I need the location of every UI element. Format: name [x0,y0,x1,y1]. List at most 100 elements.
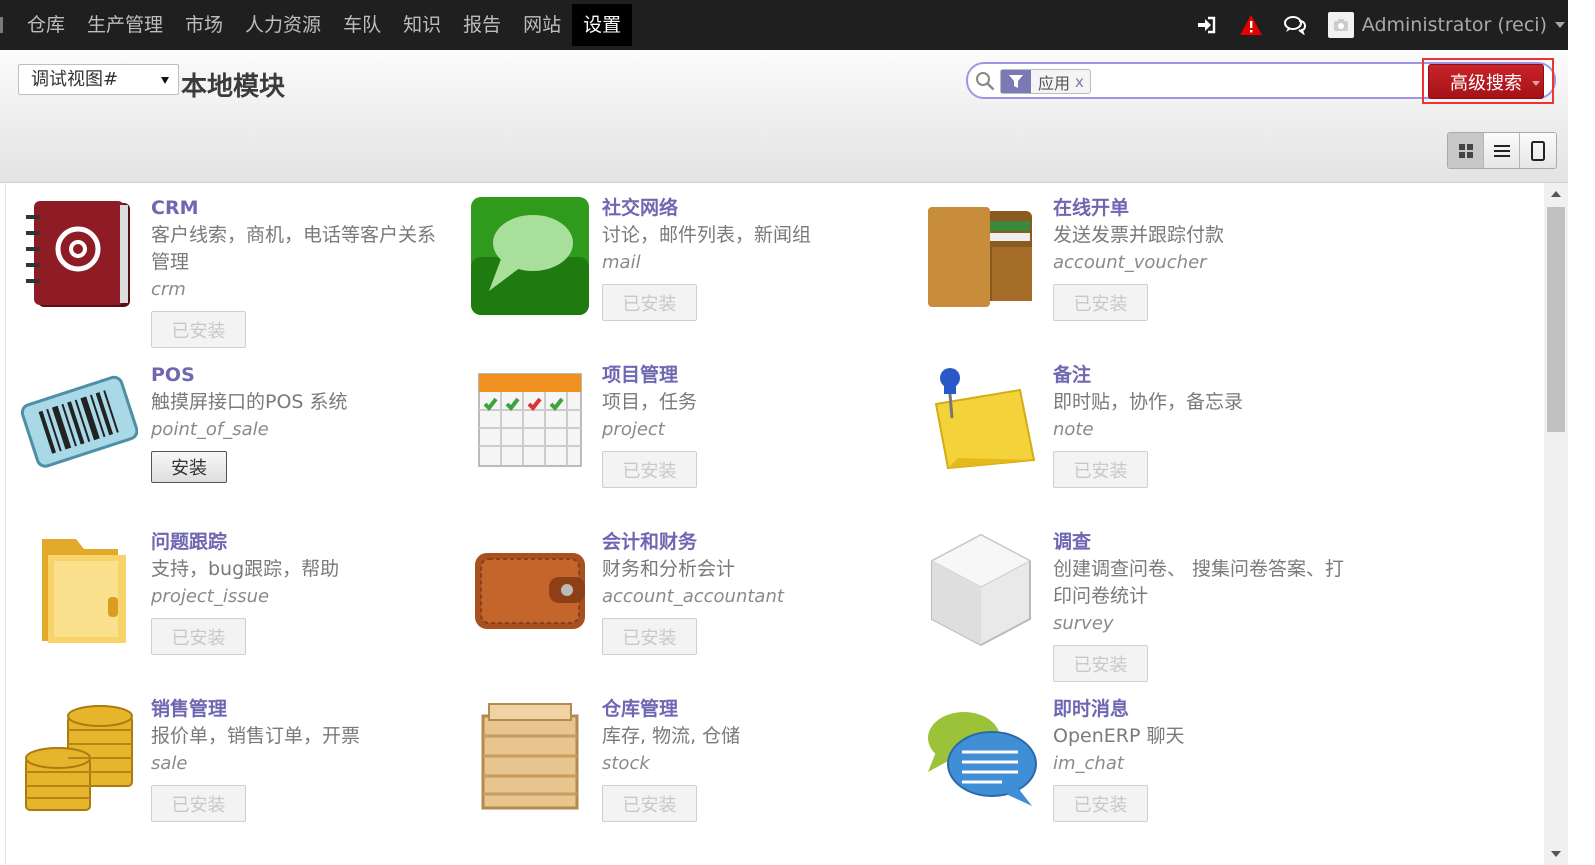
navbar-edge [0,17,3,33]
form-icon [1531,140,1545,161]
scroll-up-icon[interactable] [1551,191,1561,197]
sign-in-icon[interactable] [1196,14,1218,36]
coins-icon[interactable] [20,698,138,816]
module-name[interactable]: 备注 [1053,362,1353,389]
menu-marketing[interactable]: 市场 [174,4,234,46]
module-card[interactable]: 会计和财务 财务和分析会计 account_accountant 已安装 [457,529,908,696]
module-name[interactable]: 社交网络 [602,195,902,222]
top-menu: 仓库 生产管理 市场 人力资源 车队 知识 报告 网站 设置 [16,0,633,50]
speech-bubble-icon[interactable] [471,197,589,315]
facet-label: 应用 [1038,73,1071,93]
address-book-icon[interactable] [20,197,138,315]
search-input[interactable] [1102,68,1392,95]
module-card[interactable]: 备注 即时贴，协作，备忘录 note 已安装 [908,362,1359,529]
purse-icon[interactable] [471,531,589,649]
chevron-down-icon [1555,22,1565,28]
crate-icon[interactable] [471,698,589,816]
scroll-thumb[interactable] [1547,207,1565,432]
module-name[interactable]: 问题跟踪 [151,529,451,556]
module-card[interactable]: POS 触摸屏接口的POS 系统 point_of_sale 安装 [6,362,457,529]
advanced-search-button[interactable]: 高级搜索 [1428,64,1544,99]
menu-knowledge[interactable]: 知识 [392,4,452,46]
installed-button: 已安装 [1053,785,1148,822]
module-card[interactable]: 项目管理 项目，任务 project 已安装 [457,362,908,529]
module-card[interactable]: CRM 客户线索，商机，电话等客户关系管理 crm 已安装 [6,195,457,362]
module-name[interactable]: 调查 [1053,529,1353,556]
module-name[interactable]: 项目管理 [602,362,902,389]
module-description: 即时贴，协作，备忘录 [1053,391,1244,413]
kanban-view-button[interactable] [1448,133,1484,168]
module-description: 库存, 物流, 仓储 [602,725,741,747]
cube-icon[interactable] [922,531,1040,649]
filter-icon [1001,70,1031,93]
installed-button: 已安装 [602,785,697,822]
module-body: 即时消息 OpenERP 聊天 im_chat 已安装 [1053,696,1353,822]
installed-button: 已安装 [151,618,246,655]
control-panel: 调试视图# 本地模块 应用 x [0,50,1568,183]
module-card[interactable]: 社交网络 讨论，邮件列表，新闻组 mail 已安装 [457,195,908,362]
module-body: 会计和财务 财务和分析会计 account_accountant 已安装 [602,529,902,655]
installed-button: 已安装 [1053,284,1148,321]
module-technical-name: im_chat [1053,753,1124,774]
module-card[interactable]: 在线开单 发送发票并跟踪付款 account_voucher 已安装 [908,195,1359,362]
chat-icon[interactable] [1283,14,1306,36]
module-technical-name: crm [151,279,186,300]
menu-settings[interactable]: 设置 [572,4,633,46]
module-name[interactable]: 会计和财务 [602,529,902,556]
module-body: 项目管理 项目，任务 project 已安装 [602,362,902,488]
calendar-icon[interactable] [471,364,589,482]
module-name[interactable]: CRM [151,195,451,222]
advanced-search-label: 高级搜索 [1450,72,1522,94]
menu-warehouse[interactable]: 仓库 [16,4,76,46]
module-body: 问题跟踪 支持，bug跟踪，帮助 project_issue 已安装 [151,529,451,655]
menu-reporting[interactable]: 报告 [452,4,512,46]
installed-button: 已安装 [602,618,697,655]
facet-remove-button[interactable]: x [1075,73,1090,91]
installed-button: 已安装 [151,311,246,348]
menu-fleet[interactable]: 车队 [332,4,392,46]
chat-bubbles-icon[interactable] [922,698,1040,816]
view-switcher [1447,132,1557,169]
barcode-icon[interactable] [20,364,139,482]
module-name[interactable]: POS [151,362,451,389]
module-name[interactable]: 仓库管理 [602,696,902,723]
module-technical-name: account_voucher [1053,252,1207,273]
chevron-down-icon [1532,81,1540,86]
module-card[interactable]: 即时消息 OpenERP 聊天 im_chat 已安装 [908,696,1359,863]
module-card[interactable]: 问题跟踪 支持，bug跟踪，帮助 project_issue 已安装 [6,529,457,696]
module-body: CRM 客户线索，商机，电话等客户关系管理 crm 已安装 [151,195,451,348]
module-name[interactable]: 销售管理 [151,696,451,723]
menu-manufacturing[interactable]: 生产管理 [76,4,174,46]
user-menu[interactable]: Administrator (reci) [1327,12,1565,38]
list-view-button[interactable] [1484,133,1520,168]
folder-icon[interactable] [20,531,138,649]
menu-website[interactable]: 网站 [512,4,572,46]
module-name[interactable]: 在线开单 [1053,195,1353,222]
scrollbar[interactable] [1544,183,1568,865]
module-body: 调查 创建调查问卷、 搜集问卷答案、打印问卷统计 survey 已安装 [1053,529,1353,682]
module-card[interactable]: 仓库管理 库存, 物流, 仓储 stock 已安装 [457,696,908,863]
module-technical-name: project_issue [151,586,270,607]
debug-view-value: 调试视图# [31,69,119,90]
module-card[interactable]: 销售管理 报价单，销售订单，开票 sale 已安装 [6,696,457,863]
install-button[interactable]: 安装 [151,451,227,483]
search-facet: 应用 x [1000,69,1091,94]
scroll-down-icon[interactable] [1551,851,1561,857]
list-icon [1493,144,1510,157]
page-title: 本地模块 [181,72,286,102]
menu-hr[interactable]: 人力资源 [234,4,332,46]
wallet-icon[interactable] [922,197,1040,315]
module-list: CRM 客户线索，商机，电话等客户关系管理 crm 已安装 社交网络 讨论，邮件列表，新闻… [6,183,1544,865]
warning-icon[interactable] [1239,14,1262,36]
form-view-button[interactable] [1520,133,1556,168]
module-description: 触摸屏接口的POS 系统 [151,391,348,413]
sticky-note-icon[interactable] [922,364,1040,482]
debug-view-select[interactable]: 调试视图# [18,64,179,95]
installed-button: 已安装 [1053,451,1148,488]
module-description: OpenERP 聊天 [1053,725,1185,747]
module-card[interactable]: 调查 创建调查问卷、 搜集问卷答案、打印问卷统计 survey 已安装 [908,529,1359,696]
dropdown-arrow-icon [161,77,169,84]
module-technical-name: note [1053,419,1094,440]
module-name[interactable]: 即时消息 [1053,696,1353,723]
module-technical-name: account_accountant [602,586,784,607]
